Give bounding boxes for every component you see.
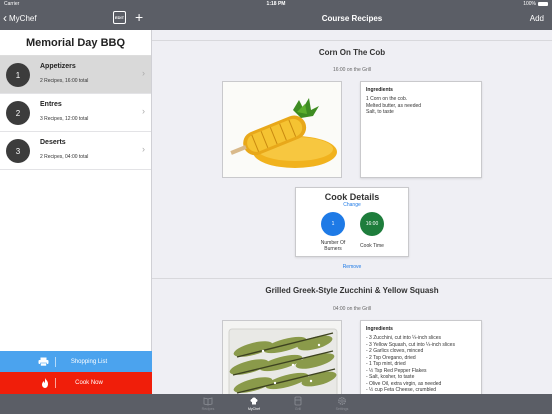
tab-settings[interactable]: Settings xyxy=(322,396,362,411)
navigation-bar: ‹ MyChef EDIT + Course Recipes Add xyxy=(0,8,552,30)
course-item-entres[interactable]: 2 Entres 3 Recipes, 12:00 total › xyxy=(0,94,151,132)
ingredients-card: Ingredients 1 Corn on the cob. Melted bu… xyxy=(360,81,482,178)
battery-percent: 100% xyxy=(523,1,536,7)
ingredients-card: Ingredients - 3 Zucchini, cut into ¼-inc… xyxy=(360,320,482,394)
cook-details-card: Cook Details Change 1 Number Of Burners … xyxy=(295,187,409,257)
chef-hat-icon xyxy=(250,397,258,405)
ingredients-heading: Ingredients xyxy=(366,87,393,93)
course-number-badge: 3 xyxy=(6,139,30,163)
battery-icon xyxy=(538,2,548,6)
recipe-title: Grilled Greek-Style Zucchini & Yellow Sq… xyxy=(265,286,439,295)
ingredient-item: Salt, to taste xyxy=(366,109,394,115)
recipe-cook-time: 16:00 on the Grill xyxy=(332,67,372,73)
cook-time-value[interactable]: 16:00 xyxy=(360,212,384,236)
number-of-burners-label: Number Of Burners xyxy=(320,240,346,252)
tab-label: MyChef xyxy=(247,407,261,411)
shopping-list-button[interactable]: Shopping List xyxy=(0,351,152,372)
course-name: Entres xyxy=(40,101,62,108)
sidebar: Memorial Day BBQ 1 Appetizers 2 Recipes,… xyxy=(0,30,152,394)
course-number-badge: 2 xyxy=(6,101,30,125)
course-name: Appetizers xyxy=(40,63,76,70)
grill-icon xyxy=(294,396,302,406)
tab-grill[interactable]: Grill xyxy=(278,396,318,411)
chevron-right-icon: › xyxy=(142,68,145,78)
book-icon xyxy=(203,397,213,406)
printer-icon xyxy=(38,357,49,366)
recipe-photo-corn xyxy=(222,81,342,178)
edit-button[interactable]: EDIT xyxy=(113,11,126,24)
chevron-right-icon: › xyxy=(142,144,145,154)
course-name: Deserts xyxy=(40,139,66,146)
ingredients-heading: Ingredients xyxy=(366,326,393,332)
back-label: MyChef xyxy=(9,13,37,23)
tab-recipes[interactable]: Recipes xyxy=(188,396,228,411)
remove-recipe-button[interactable]: Remove xyxy=(302,264,402,270)
cook-details-title: Cook Details xyxy=(324,192,380,202)
number-of-burners-value[interactable]: 1 xyxy=(321,212,345,236)
recipe-list[interactable]: Corn On The Cob 16:00 on the Grill Ingre… xyxy=(152,30,552,394)
status-bar: Carrier 1:18 PM 100% xyxy=(0,0,552,8)
gear-icon xyxy=(338,397,346,405)
clock: 1:18 PM xyxy=(266,1,286,7)
recipe-title: Corn On The Cob xyxy=(318,48,386,57)
tab-label: Recipes xyxy=(201,407,215,411)
back-button[interactable]: ‹ MyChef xyxy=(3,12,37,24)
cook-time-label: Cook Time xyxy=(360,243,384,249)
change-cook-details-link[interactable]: Change xyxy=(296,202,408,208)
ingredient-item: - ½ cup Feta Cheese, crumbled xyxy=(366,387,437,393)
tab-mychef[interactable]: MyChef xyxy=(234,396,274,411)
add-course-button[interactable]: + xyxy=(135,9,143,25)
meal-plan-title: Memorial Day BBQ xyxy=(0,30,151,56)
tab-bar: Recipes MyChef Grill Settings xyxy=(0,394,552,414)
battery-indicator: 100% xyxy=(523,1,548,7)
shopping-list-label: Shopping List xyxy=(70,358,108,365)
divider xyxy=(152,278,552,279)
add-recipe-button[interactable]: Add xyxy=(530,14,544,23)
chevron-right-icon: › xyxy=(142,106,145,116)
cook-now-label: Cook Now xyxy=(75,380,103,386)
course-item-appetizers[interactable]: 1 Appetizers 2 Recipes, 16:00 total › xyxy=(0,56,151,94)
recipe-photo-zucchini xyxy=(222,320,342,394)
tab-label: Settings xyxy=(335,407,349,411)
course-meta: 3 Recipes, 12:00 total xyxy=(40,116,89,122)
course-item-deserts[interactable]: 3 Deserts 2 Recipes, 04:00 total › xyxy=(0,132,151,170)
flame-icon xyxy=(42,378,48,388)
course-meta: 2 Recipes, 04:00 total xyxy=(40,154,89,160)
divider xyxy=(152,40,552,41)
chevron-left-icon: ‹ xyxy=(3,11,7,25)
cook-now-button[interactable]: Cook Now xyxy=(0,372,152,394)
course-meta: 2 Recipes, 16:00 total xyxy=(40,78,89,84)
recipe-cook-time: 04:00 on the Grill xyxy=(332,306,372,312)
tab-label: Grill xyxy=(294,407,302,411)
page-title: Course Recipes xyxy=(321,14,383,23)
course-number-badge: 1 xyxy=(6,63,30,87)
